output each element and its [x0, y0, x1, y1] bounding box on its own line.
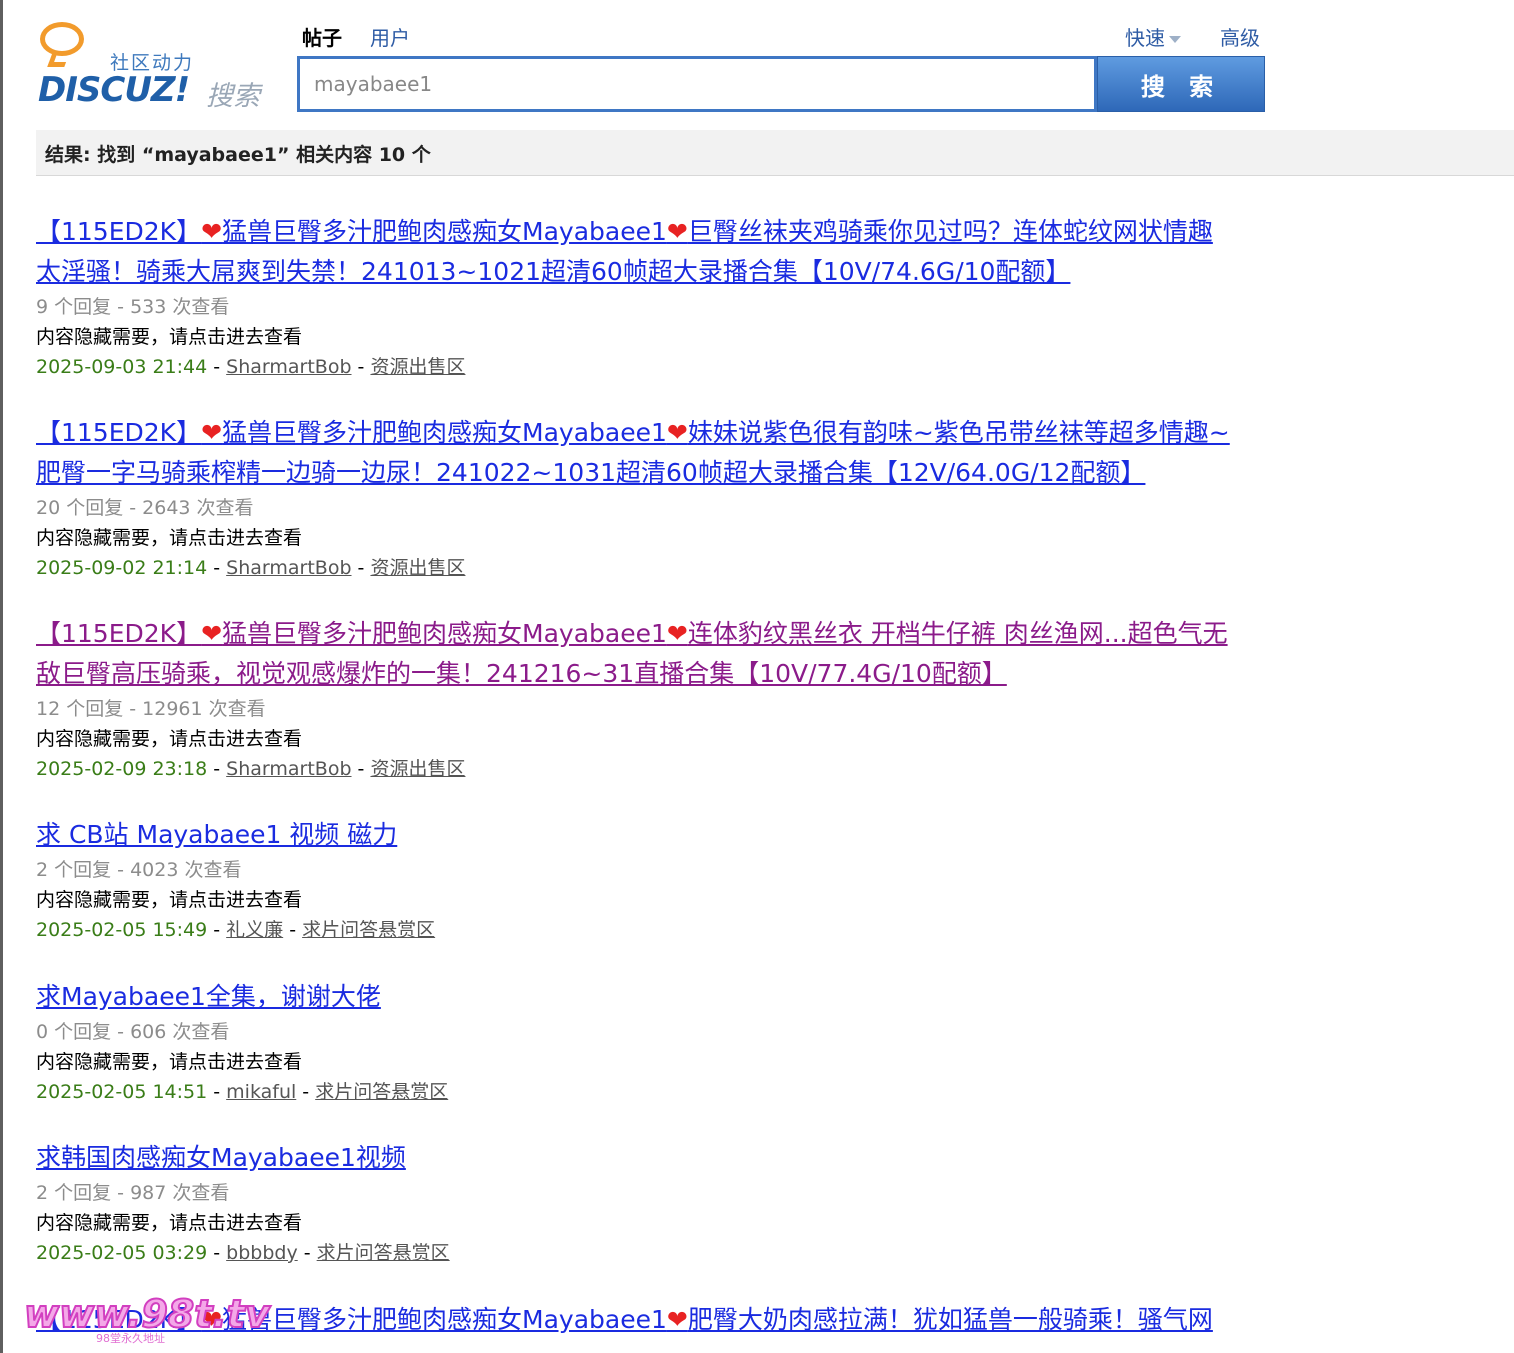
heart-icon: ❤	[666, 619, 688, 648]
logo-bubble-icon	[40, 22, 84, 56]
result-title-link[interactable]: 求韩国肉感痴女Mayabaee1视频	[36, 1138, 1296, 1178]
result-summary-text: 内容隐藏需要，请点击进去查看	[36, 728, 303, 750]
search-box	[297, 56, 1097, 112]
result-forum-link[interactable]: 求片问答悬赏区	[317, 1242, 450, 1264]
result-author-link[interactable]: mikaful	[226, 1081, 296, 1103]
result-summary-text: 内容隐藏需要，请点击进去查看	[36, 326, 303, 348]
result-summary-text: 内容隐藏需要，请点击进去查看	[36, 1212, 303, 1234]
result-summary-text: 内容隐藏需要，请点击进去查看	[36, 889, 303, 911]
result-item: 【115ED2K】❤猛兽巨臀多汁肥鲍肉感痴女Mayabaee1❤连体豹纹黑丝衣 …	[36, 614, 1296, 784]
result-summary: 结果: 找到 “mayabaee1” 相关内容 10 个	[36, 130, 1514, 176]
chevron-down-icon	[1169, 36, 1181, 43]
result-date: 2025-02-05 03:29	[36, 1242, 208, 1264]
result-forum-link[interactable]: 资源出售区	[370, 356, 465, 378]
result-forum-link[interactable]: 资源出售区	[370, 758, 465, 780]
result-summary-text: 内容隐藏需要，请点击进去查看	[36, 1051, 303, 1073]
heart-icon: ❤	[666, 1305, 688, 1334]
result-date: 2025-09-03 21:44	[36, 356, 208, 378]
result-item: 求韩国肉感痴女Mayabaee1视频 2 个回复 - 987 次查看 内容隐藏需…	[36, 1138, 1296, 1268]
result-forum-link[interactable]: 求片问答悬赏区	[315, 1081, 448, 1103]
result-item: 【115ED2K】❤猛兽巨臀多汁肥鲍肉感痴女Mayabaee1❤巨臀丝袜夹鸡骑乘…	[36, 212, 1296, 382]
site-watermark-sub: 98堂永久地址	[96, 1332, 165, 1345]
logo-brand: DISCUZ!	[38, 70, 190, 110]
logo-bubble-tail	[47, 52, 70, 67]
heart-icon: ❤	[201, 418, 223, 447]
advanced-search-link[interactable]: 高级	[1220, 22, 1260, 51]
result-summary-text: 内容隐藏需要，请点击进去查看	[36, 527, 303, 549]
result-stats: 12 个回复 - 12961 次查看	[36, 698, 266, 720]
result-date: 2025-02-05 14:51	[36, 1081, 208, 1103]
result-title-link[interactable]: 求 CB站 Mayabaee1 视频 磁力	[36, 815, 1296, 855]
result-item: 求 CB站 Mayabaee1 视频 磁力 2 个回复 - 4023 次查看 内…	[36, 815, 1296, 945]
result-date: 2025-09-02 21:14	[36, 557, 208, 579]
tab-posts[interactable]: 帖子	[302, 22, 342, 51]
result-author-link[interactable]: 礼义廉	[226, 919, 283, 941]
result-meta: 2025-02-05 03:29 - bbbbdy - 求片问答悬赏区	[36, 1242, 450, 1264]
result-meta: 2025-02-09 23:18 - SharmartBob - 资源出售区	[36, 758, 466, 780]
result-meta: 2025-02-05 14:51 - mikaful - 求片问答悬赏区	[36, 1081, 449, 1103]
result-author-link[interactable]: SharmartBob	[226, 557, 351, 579]
result-item: 求Mayabaee1全集，谢谢大佬 0 个回复 - 606 次查看 内容隐藏需要…	[36, 977, 1296, 1107]
result-author-link[interactable]: bbbbdy	[226, 1242, 298, 1264]
result-title-link[interactable]: 【115ED2K】❤猛兽巨臀多汁肥鲍肉感痴女Mayabaee1❤连体豹纹黑丝衣 …	[36, 614, 1296, 694]
result-date: 2025-02-09 23:18	[36, 758, 208, 780]
result-date: 2025-02-05 15:49	[36, 919, 208, 941]
heart-icon: ❤	[666, 217, 688, 246]
result-stats: 20 个回复 - 2643 次查看	[36, 497, 254, 519]
result-stats: 2 个回复 - 4023 次查看	[36, 859, 242, 881]
result-title-link[interactable]: 求Mayabaee1全集，谢谢大佬	[36, 977, 1296, 1017]
result-forum-link[interactable]: 求片问答悬赏区	[302, 919, 435, 941]
result-meta: 2025-09-03 21:44 - SharmartBob - 资源出售区	[36, 356, 466, 378]
heart-icon: ❤	[666, 418, 688, 447]
logo-search-word: 搜索	[206, 81, 260, 112]
quick-search-dropdown[interactable]: 快速	[1125, 22, 1181, 51]
result-title-link[interactable]: 【115ED2K】❤猛兽巨臀多汁肥鲍肉感痴女Mayabaee1❤巨臀丝袜夹鸡骑乘…	[36, 212, 1296, 292]
result-meta: 2025-09-02 21:14 - SharmartBob - 资源出售区	[36, 557, 466, 579]
search-button[interactable]: 搜 索	[1097, 56, 1265, 112]
search-input[interactable]	[300, 59, 1094, 109]
result-meta: 2025-02-05 15:49 - 礼义廉 - 求片问答悬赏区	[36, 919, 436, 941]
heart-icon: ❤	[201, 619, 223, 648]
tab-users[interactable]: 用户	[370, 22, 410, 51]
heart-icon: ❤	[201, 217, 223, 246]
result-stats: 2 个回复 - 987 次查看	[36, 1182, 230, 1204]
result-title-link[interactable]: 【115ED2K】❤猛兽巨臀多汁肥鲍肉感痴女Mayabaee1❤妹妹说紫色很有韵…	[36, 413, 1296, 493]
result-author-link[interactable]: SharmartBob	[226, 356, 351, 378]
result-forum-link[interactable]: 资源出售区	[370, 557, 465, 579]
result-item: 【115ED2K】❤猛兽巨臀多汁肥鲍肉感痴女Mayabaee1❤妹妹说紫色很有韵…	[36, 413, 1296, 583]
result-stats: 0 个回复 - 606 次查看	[36, 1021, 230, 1043]
window-left-edge	[0, 0, 3, 1353]
quick-search-label: 快速	[1125, 26, 1165, 50]
result-stats: 9 个回复 - 533 次查看	[36, 296, 230, 318]
result-author-link[interactable]: SharmartBob	[226, 758, 351, 780]
discuz-logo[interactable]: 社区动力 DISCUZ! 搜索	[36, 20, 276, 112]
